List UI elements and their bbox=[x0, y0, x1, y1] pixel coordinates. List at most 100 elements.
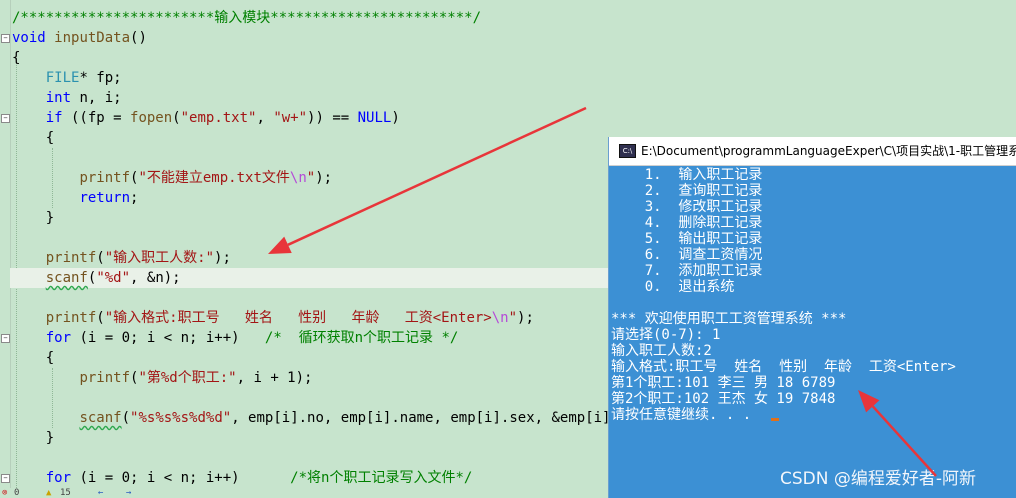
code-token: "%s%s%s%d%d" bbox=[130, 410, 232, 426]
code-token: NULL bbox=[357, 110, 392, 126]
code-token: "输入格式:职工号 姓名 性别 年龄 工资<Enter> bbox=[104, 310, 492, 326]
code-line[interactable]: void inputData() bbox=[12, 28, 147, 48]
code-line[interactable]: FILE* fp; bbox=[12, 68, 122, 88]
code-token: fopen bbox=[130, 110, 173, 126]
code-token: " bbox=[508, 310, 518, 326]
code-token: FILE bbox=[45, 70, 80, 86]
nav-back-icon[interactable]: ← bbox=[98, 488, 103, 498]
code-line[interactable]: /***********************输入模块************… bbox=[12, 8, 481, 28]
code-line[interactable]: { bbox=[12, 48, 20, 68]
code-token: printf bbox=[79, 370, 131, 386]
code-token: printf bbox=[45, 310, 97, 326]
code-token: )) == bbox=[307, 110, 358, 126]
console-line: 0. 退出系统 bbox=[611, 279, 735, 295]
console-line: 7. 添加职工记录 bbox=[611, 263, 763, 279]
code-token: /* 循环获取n个职工记录 */ bbox=[264, 330, 459, 346]
console-line: 2. 查询职工记录 bbox=[611, 183, 763, 199]
console-window[interactable]: C:\ E:\Document\programmLanguageExper\C\… bbox=[608, 137, 1016, 498]
editor-gutter bbox=[0, 0, 11, 498]
console-line: 3. 修改职工记录 bbox=[611, 199, 763, 215]
nav-forward-icon[interactable]: → bbox=[126, 488, 131, 498]
code-line[interactable]: return; bbox=[12, 188, 138, 208]
error-count: 0 bbox=[14, 488, 20, 498]
code-token: ( bbox=[96, 250, 105, 266]
code-token: "w+" bbox=[273, 110, 308, 126]
code-line[interactable]: int n, i; bbox=[12, 88, 122, 108]
code-token: scanf bbox=[45, 270, 88, 286]
console-line: 请按任意键继续. . . bbox=[611, 407, 752, 423]
fold-toggle-icon[interactable]: − bbox=[1, 334, 10, 343]
console-line: 第2个职工:102 王杰 女 19 7848 bbox=[611, 391, 836, 407]
code-line[interactable]: printf("不能建立emp.txt文件\n"); bbox=[12, 168, 332, 188]
code-token: ) bbox=[391, 110, 400, 126]
code-token: ); bbox=[315, 170, 333, 186]
fold-toggle-icon[interactable]: − bbox=[1, 474, 10, 483]
code-token: /***********************输入模块************… bbox=[12, 10, 482, 26]
editor-status-bar: ⊗ 0 ▲ 15 ← → bbox=[0, 488, 608, 498]
console-icon: C:\ bbox=[619, 144, 636, 158]
code-line[interactable]: } bbox=[12, 208, 54, 228]
code-token: ( bbox=[121, 410, 131, 426]
console-line: *** 欢迎使用职工工资管理系统 *** bbox=[611, 311, 847, 327]
console-cursor bbox=[771, 418, 779, 421]
watermark: CSDN @编程爱好者-阿新 bbox=[780, 469, 977, 489]
code-token: printf bbox=[79, 170, 131, 186]
console-title-bar[interactable]: C:\ E:\Document\programmLanguageExper\C\… bbox=[609, 137, 1016, 166]
code-line[interactable]: if ((fp = fopen("emp.txt", "w+")) == NUL… bbox=[12, 108, 400, 128]
code-line[interactable]: scanf("%d", &n); bbox=[10, 268, 612, 288]
code-token: \n bbox=[491, 310, 509, 326]
code-token: ( bbox=[172, 110, 181, 126]
fold-toggle-icon[interactable]: − bbox=[1, 34, 10, 43]
code-token: { bbox=[12, 50, 21, 66]
code-line[interactable]: printf("输入格式:职工号 姓名 性别 年龄 工资<Enter>\n"); bbox=[12, 308, 534, 328]
code-line[interactable]: for (i = 0; i < n; i++) /*将n个职工记录写入文件*/ bbox=[12, 468, 473, 488]
code-token: , bbox=[256, 110, 274, 126]
code-token: return bbox=[79, 190, 131, 206]
console-line: 第1个职工:101 李三 男 18 6789 bbox=[611, 375, 836, 391]
fold-toggle-icon[interactable]: − bbox=[1, 114, 10, 123]
code-line[interactable]: { bbox=[12, 348, 54, 368]
console-title: E:\Document\programmLanguageExper\C\项目实战… bbox=[641, 144, 1016, 158]
console-line: 请选择(0-7): 1 bbox=[611, 327, 721, 343]
code-token: "输入职工人数:" bbox=[104, 250, 215, 266]
console-line: 输入格式:职工号 姓名 性别 年龄 工资<Enter> bbox=[611, 359, 956, 375]
code-token: ; bbox=[130, 190, 139, 206]
code-token: ); bbox=[517, 310, 534, 326]
code-token: /*将n个职工记录写入文件*/ bbox=[290, 470, 473, 486]
code-token: scanf bbox=[79, 410, 122, 426]
code-token: ((fp = bbox=[62, 110, 131, 126]
code-token: { bbox=[12, 350, 55, 366]
code-line[interactable]: } bbox=[12, 428, 54, 448]
code-token: } bbox=[12, 430, 55, 446]
code-line[interactable]: printf("输入职工人数:"); bbox=[12, 248, 231, 268]
code-token: n, i; bbox=[71, 90, 122, 106]
error-icon: ⊗ bbox=[2, 488, 8, 498]
code-line[interactable]: { bbox=[12, 128, 54, 148]
console-output[interactable]: 1. 输入职工记录 2. 查询职工记录 3. 修改职工记录 4. 删除职工记录 … bbox=[609, 167, 1016, 498]
code-line[interactable]: printf("第%d个职工:", i + 1); bbox=[12, 368, 312, 388]
console-line: 输入职工人数:2 bbox=[611, 343, 712, 359]
console-line: 4. 删除职工记录 bbox=[611, 215, 763, 231]
code-token: " bbox=[306, 170, 316, 186]
code-token: } bbox=[12, 210, 55, 226]
console-line: 5. 输出职工记录 bbox=[611, 231, 763, 247]
code-token: \n bbox=[289, 170, 307, 186]
code-token: "%d" bbox=[96, 270, 131, 286]
code-token: int bbox=[45, 90, 72, 106]
code-token: ( bbox=[96, 310, 105, 326]
console-line: 1. 输入职工记录 bbox=[611, 167, 763, 183]
code-token: * fp; bbox=[79, 70, 122, 86]
console-line: 6. 调查工资情况 bbox=[611, 247, 763, 263]
warning-icon: ▲ bbox=[46, 488, 52, 498]
code-line[interactable]: for (i = 0; i < n; i++) /* 循环获取n个职工记录 */ bbox=[12, 328, 459, 348]
